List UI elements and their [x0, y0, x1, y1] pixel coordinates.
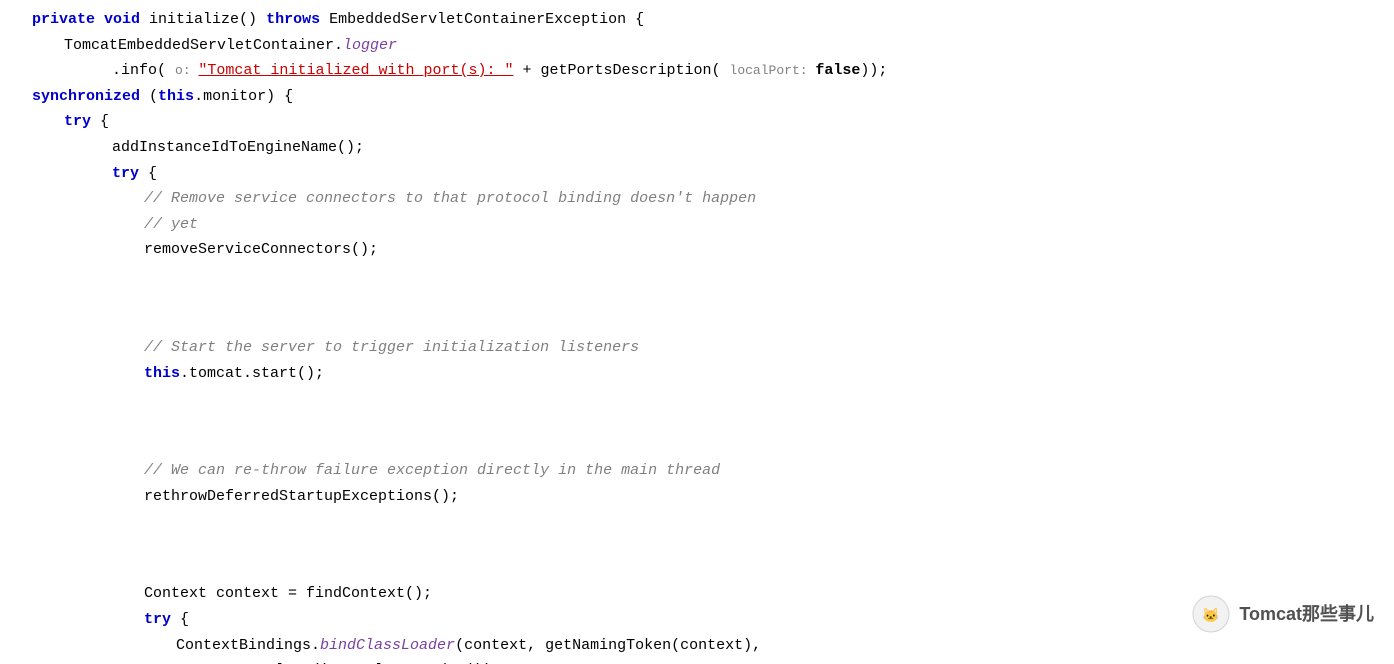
code-line-10: removeServiceConnectors(); [0, 238, 1394, 264]
code-line-9: // yet [0, 213, 1394, 239]
call-removeconnectors: removeServiceConnectors(); [144, 238, 378, 262]
comment-start-server: // Start the server to trigger initializ… [144, 336, 639, 360]
watermark-label: Tomcat那些事儿 [1239, 600, 1374, 629]
code-line-2: TomcatEmbeddedServletContainer.logger [0, 34, 1394, 60]
call-args-end: en(context), [653, 634, 761, 658]
watermark: 🐱 Tomcat那些事儿 [1191, 594, 1374, 634]
comment-remove-connectors: // Remove service connectors to that pro… [144, 187, 756, 211]
kw-this-2: this [144, 362, 180, 386]
code-line-19: try { [0, 608, 1394, 634]
code-line-17 [0, 510, 1394, 582]
code-line-20: ContextBindings.bindClassLoader(context,… [0, 634, 1394, 660]
kw-throws: throws [266, 8, 329, 32]
exception-class: EmbeddedServletContainerException { [329, 8, 644, 32]
code-line-14 [0, 387, 1394, 459]
class-ref: TomcatEmbeddedServletContainer. [64, 34, 343, 58]
code-line-4: synchronized (this.monitor) { [0, 85, 1394, 111]
code-line-16: rethrowDeferredStartupExceptions(); [0, 485, 1394, 511]
code-line-5: try { [0, 110, 1394, 136]
stmt-context: Context context = findContext(); [144, 582, 432, 606]
paren-open: ( [149, 85, 158, 109]
svg-text:🐱: 🐱 [1203, 607, 1220, 625]
kw-private: private [32, 8, 104, 32]
code-line-13: this.tomcat.start(); [0, 362, 1394, 388]
brace-open-1: { [100, 110, 109, 134]
kw-try-3: try [144, 608, 180, 632]
param-val-false: false [815, 59, 860, 83]
call-addinstanceid: addInstanceIdToEngineName(); [112, 136, 364, 160]
kw-this-1: this [158, 85, 194, 109]
close-paren: )); [860, 59, 887, 83]
code-line-21: getClass().getClassLoader()); [0, 659, 1394, 664]
comment-rethrow: // We can re-throw failure exception dir… [144, 459, 720, 483]
method-bindclassloader: bindClassLoader [320, 634, 455, 658]
code-editor: private void initialize() throws Embedde… [0, 0, 1394, 664]
code-line-18: Context context = findContext(); [0, 582, 1394, 608]
call-getclassloader: getClass().getClassLoader()); [240, 659, 501, 664]
field-logger: logger [343, 34, 397, 58]
code-line-8: // Remove service connectors to that pro… [0, 187, 1394, 213]
watermark-logo-icon: 🐱 [1191, 594, 1231, 634]
method-info: .info( [112, 59, 175, 83]
kw-try-1: try [64, 110, 100, 134]
field-monitor: .monitor) { [194, 85, 293, 109]
code-line-11 [0, 264, 1394, 336]
code-line-12: // Start the server to trigger initializ… [0, 336, 1394, 362]
concat-op: + getPortsDescription( [513, 59, 729, 83]
method-initialize: initialize() [149, 8, 266, 32]
call-rethrow: rethrowDeferredStartupExceptions(); [144, 485, 459, 509]
class-contextbindings: ContextBindings. [176, 634, 320, 658]
param-hint-localport: localPort: [730, 61, 816, 82]
code-line-7: try { [0, 162, 1394, 188]
brace-open-3: { [180, 608, 189, 632]
string-tomcat-init: "Tomcat initialized with port(s): " [198, 59, 513, 83]
kw-try-2: try [112, 162, 148, 186]
param-hint-o: o: [175, 61, 198, 82]
call-args-start: (context, getNamingTok [455, 634, 653, 658]
code-line-3: .info( o: "Tomcat initialized with port(… [0, 59, 1394, 85]
code-line-6: addInstanceIdToEngineName(); [0, 136, 1394, 162]
comment-yet: // yet [144, 213, 198, 237]
kw-void: void [104, 8, 149, 32]
kw-synchronized: synchronized [32, 85, 149, 109]
call-tomcat-start: .tomcat.start(); [180, 362, 324, 386]
code-line-1: private void initialize() throws Embedde… [0, 8, 1394, 34]
brace-open-2: { [148, 162, 157, 186]
code-line-15: // We can re-throw failure exception dir… [0, 459, 1394, 485]
